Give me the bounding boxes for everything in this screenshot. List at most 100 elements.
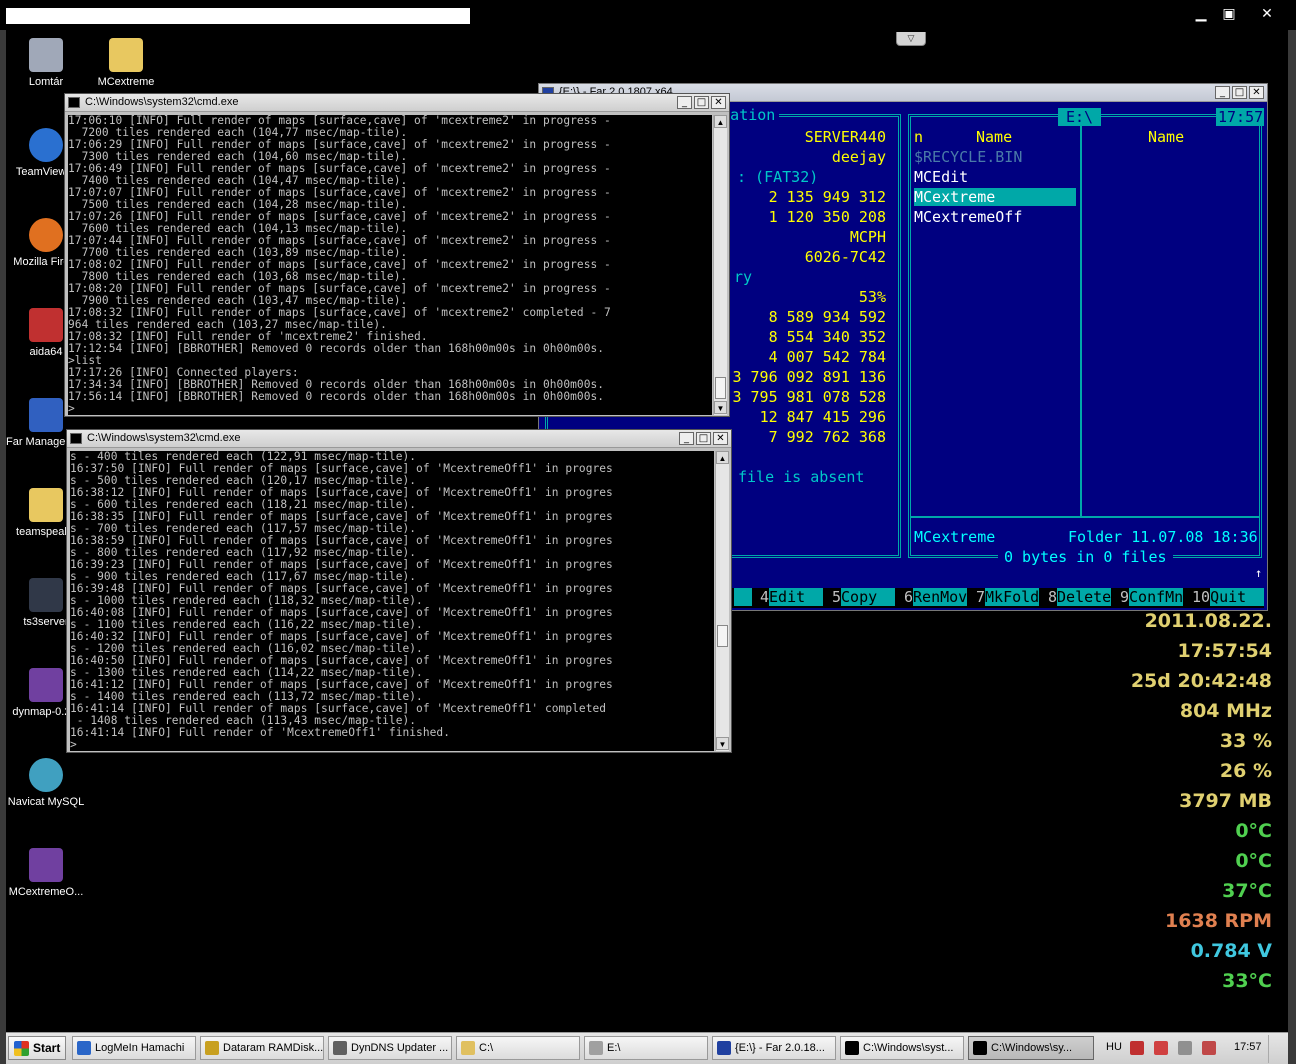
teamspeak-icon bbox=[29, 578, 63, 612]
remote-toolbar-toggle[interactable]: ▽ bbox=[896, 32, 926, 46]
cmd2-scroll-down-button[interactable]: ▼ bbox=[716, 737, 729, 750]
cmd2-close-button[interactable]: ✕ bbox=[713, 432, 728, 445]
cmd1-scrollbar[interactable]: ▲ ▼ bbox=[713, 115, 727, 415]
far-fkey-copy[interactable]: 5Copy bbox=[832, 588, 896, 608]
fkey-label: MkFold bbox=[985, 588, 1040, 606]
far-fkey-mkfold[interactable]: 7MkFold bbox=[976, 588, 1040, 608]
far-selected-info: Folder 11.07.08 18:36 bbox=[1068, 528, 1258, 546]
far-file-item[interactable]: MCextremeOff bbox=[914, 208, 1022, 226]
far-panel-path: E:\ bbox=[1058, 108, 1102, 126]
winrar-icon bbox=[29, 668, 63, 702]
remote-close-button[interactable]: ✕ bbox=[1254, 4, 1280, 24]
sysinfo-readout: 26 % bbox=[1219, 760, 1272, 782]
show-desktop-button[interactable] bbox=[1268, 1035, 1286, 1063]
taskbar-button[interactable]: C:\Windows\syst... bbox=[840, 1036, 964, 1060]
desktop-icon[interactable]: Navicat MySQL bbox=[6, 758, 86, 808]
cmd2-maximize-button[interactable]: □ bbox=[696, 432, 711, 445]
far-selected-name: MCextreme bbox=[914, 528, 996, 546]
taskbar-button[interactable]: {E:\} - Far 2.0.18... bbox=[712, 1036, 836, 1060]
fkey-label: Quit bbox=[1210, 588, 1264, 606]
taskbar-button[interactable]: C:\Windows\sy... bbox=[968, 1036, 1094, 1060]
taskbar-button[interactable]: Dataram RAMDisk... bbox=[200, 1036, 324, 1060]
cmd2-scroll-up-button[interactable]: ▲ bbox=[716, 451, 729, 464]
far-file-item[interactable]: MCextreme bbox=[914, 188, 1076, 206]
far-manager-icon bbox=[29, 398, 63, 432]
cmd2-scroll-thumb[interactable] bbox=[717, 625, 728, 647]
far-fkey-confmn[interactable]: 9ConfMn bbox=[1120, 588, 1184, 608]
taskbar-button[interactable]: LogMeIn Hamachi bbox=[72, 1036, 196, 1060]
navicat-icon bbox=[29, 758, 63, 792]
far-info-value: 3 796 092 891 136 bbox=[732, 368, 886, 386]
far-scroll-up-icon[interactable]: ↑ bbox=[1255, 566, 1262, 580]
winrar-icon bbox=[29, 848, 63, 882]
tray-volume-icon[interactable] bbox=[1202, 1041, 1216, 1055]
far-info-file-absent: file is absent bbox=[738, 468, 865, 486]
fkey-label: ConfMn bbox=[1129, 588, 1184, 606]
taskbar-button-label: C:\ bbox=[479, 1042, 494, 1054]
fkey-number: 8 bbox=[1048, 588, 1058, 606]
far-info-value: deejay bbox=[831, 148, 886, 166]
remote-maximize-button[interactable]: ▣ bbox=[1216, 4, 1242, 24]
far-minimize-button[interactable]: _ bbox=[1215, 86, 1230, 99]
sysinfo-readout: 1638 RPM bbox=[1165, 910, 1272, 932]
taskbar-button[interactable]: C:\ bbox=[456, 1036, 580, 1060]
far-fkey-quit[interactable]: 10Quit bbox=[1192, 588, 1264, 608]
desktop-icon[interactable]: Lomtár bbox=[6, 38, 86, 88]
far-fkey-prev[interactable] bbox=[734, 588, 753, 608]
sysinfo-readout: 37°C bbox=[1222, 880, 1272, 902]
desktop-icon[interactable]: MCextremeO... bbox=[6, 848, 86, 898]
cmd1-maximize-button[interactable]: □ bbox=[694, 96, 709, 109]
cmd2-minimize-button[interactable]: _ bbox=[679, 432, 694, 445]
remote-minimize-button[interactable]: ▁ bbox=[1188, 4, 1214, 24]
start-label: Start bbox=[33, 1041, 61, 1055]
cmd2-console-output[interactable]: s - 400 tiles rendered each (122,91 msec… bbox=[70, 451, 714, 751]
fkey-number: 9 bbox=[1120, 588, 1130, 606]
fkey-number: 10 bbox=[1192, 588, 1211, 606]
far-column-name-right: Name bbox=[1148, 128, 1185, 146]
far-info-value: 7 992 762 368 bbox=[768, 428, 886, 446]
far-info-value: 3 795 981 078 528 bbox=[732, 388, 886, 406]
tray-clock[interactable]: 17:57 bbox=[1234, 1041, 1262, 1053]
tray-language[interactable]: HU bbox=[1106, 1041, 1122, 1053]
cmd1-close-button[interactable]: ✕ bbox=[711, 96, 726, 109]
desktop-icon[interactable]: MCextreme bbox=[86, 38, 166, 88]
cmd1-titlebar[interactable]: C:\Windows\system32\cmd.exe _ □ ✕ bbox=[65, 94, 729, 112]
cmd1-scroll-up-button[interactable]: ▲ bbox=[714, 115, 727, 128]
far-panel-clock: 17:57 bbox=[1216, 108, 1264, 126]
cmd-window-2[interactable]: C:\Windows\system32\cmd.exe _ □ ✕ s - 40… bbox=[66, 429, 732, 753]
cmd1-console-output[interactable]: 17:06:10 [INFO] Full render of maps [sur… bbox=[68, 115, 712, 415]
dyndns-icon bbox=[333, 1041, 347, 1055]
cmd2-titlebar[interactable]: C:\Windows\system32\cmd.exe _ □ ✕ bbox=[67, 430, 731, 448]
cmd1-scroll-down-button[interactable]: ▼ bbox=[714, 401, 727, 414]
sysinfo-readout: 804 MHz bbox=[1179, 700, 1272, 722]
far-info-value: 4 007 542 784 bbox=[768, 348, 886, 366]
taskbar-button-label: DynDNS Updater ... bbox=[351, 1042, 449, 1054]
far-file-item[interactable]: $RECYCLE.BIN bbox=[914, 148, 1022, 166]
cmd-icon bbox=[973, 1041, 987, 1055]
taskbar: Start LogMeIn Hamachi Dataram RAMDisk... D… bbox=[6, 1032, 1288, 1064]
fkey-number: 6 bbox=[904, 588, 914, 606]
far-file-item[interactable]: MCEdit bbox=[914, 168, 968, 186]
taskbar-button[interactable]: E:\ bbox=[584, 1036, 708, 1060]
cmd1-minimize-button[interactable]: _ bbox=[677, 96, 692, 109]
windows-logo-icon bbox=[14, 1041, 29, 1056]
far-info-value: 1 120 350 208 bbox=[768, 208, 886, 226]
far-maximize-button[interactable]: □ bbox=[1232, 86, 1247, 99]
tray-app-icon-2[interactable] bbox=[1178, 1041, 1192, 1055]
cmd2-scrollbar[interactable]: ▲ ▼ bbox=[715, 451, 729, 751]
cmd-window-1[interactable]: C:\Windows\system32\cmd.exe _ □ ✕ 17:06:… bbox=[64, 93, 730, 417]
tray-app-icon-1[interactable] bbox=[1154, 1041, 1168, 1055]
far-fkey-edit[interactable]: 4Edit bbox=[760, 588, 824, 608]
taskbar-button-label: C:\Windows\syst... bbox=[863, 1042, 954, 1054]
taskbar-button-label: {E:\} - Far 2.0.18... bbox=[735, 1042, 825, 1054]
far-fkey-delete[interactable]: 8Delete bbox=[1048, 588, 1112, 608]
start-button[interactable]: Start bbox=[8, 1036, 66, 1060]
remote-border-right bbox=[1288, 30, 1296, 1064]
far-fkey-renmov[interactable]: 6RenMov bbox=[904, 588, 968, 608]
far-close-button[interactable]: ✕ bbox=[1249, 86, 1264, 99]
tray-network-icon[interactable] bbox=[1130, 1041, 1144, 1055]
far-column-name-left: Name bbox=[976, 128, 1013, 146]
taskbar-button[interactable]: DynDNS Updater ... bbox=[328, 1036, 452, 1060]
cmd1-scroll-thumb[interactable] bbox=[715, 377, 726, 399]
sysinfo-readout: 3797 MB bbox=[1179, 790, 1272, 812]
